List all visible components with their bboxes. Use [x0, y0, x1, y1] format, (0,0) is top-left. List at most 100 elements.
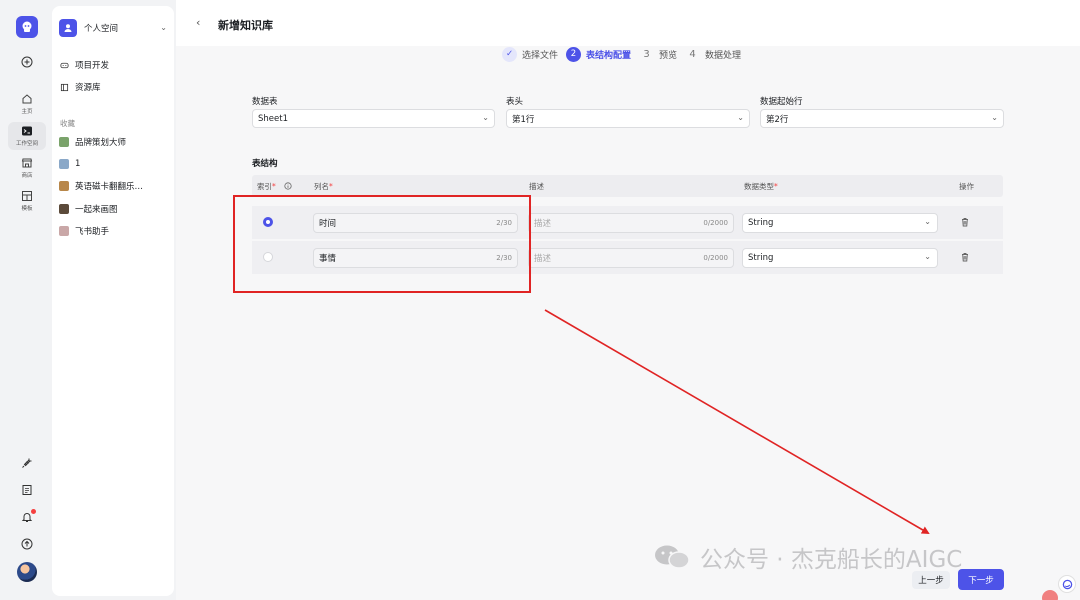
favorite-label: 飞书助手	[75, 227, 110, 237]
favorite-label: 品牌策划大师	[75, 138, 127, 148]
data-type-select[interactable]: String ⌄	[742, 213, 938, 233]
sidebar-item-library[interactable]: 资源库	[59, 79, 169, 95]
step-label: 预览	[659, 50, 678, 61]
col-index-label: 索引	[257, 182, 272, 191]
rail-label: 主页	[21, 109, 33, 115]
chevron-down-icon: ⌄	[924, 217, 931, 226]
plug-icon	[22, 458, 32, 468]
bot-thumbnail	[59, 204, 69, 214]
plugin-button[interactable]	[8, 457, 46, 469]
data-type-select[interactable]: String ⌄	[742, 248, 938, 268]
chevron-down-icon: ⌄	[160, 23, 167, 32]
chevron-down-icon: ⌄	[991, 113, 998, 122]
table-structure-title: 表结构	[252, 159, 278, 169]
space-avatar	[59, 19, 77, 37]
favorites-heading: 收藏	[60, 119, 75, 128]
char-count: 0/2000	[703, 219, 728, 227]
stepper: ✓ 选择文件 2 表结构配置 3 预览 4 数据处理	[502, 46, 749, 62]
page-title: 新增知识库	[218, 19, 273, 32]
upgrade-button[interactable]	[8, 538, 46, 550]
back-button[interactable]: ‹	[196, 16, 200, 29]
app-logo[interactable]	[16, 16, 38, 38]
description-placeholder: 描述	[534, 219, 552, 229]
data-type-value: String	[748, 218, 774, 228]
col-name: 列名*	[314, 182, 333, 191]
workspace-panel: 个人空间 ⌄ 项目开发 资源库 收藏 品牌策划大师 1 英语磁卡翻翻乐… 一起来…	[52, 6, 174, 596]
step-number: 2	[566, 46, 582, 62]
favorite-item[interactable]: 飞书助手	[59, 223, 169, 239]
favorite-label: 1	[75, 159, 81, 169]
data-type-value: String	[748, 253, 774, 263]
favorite-label: 英语磁卡翻翻乐…	[75, 182, 144, 192]
gamepad-icon	[59, 60, 69, 70]
start-row-select[interactable]: 第2行 ⌄	[760, 109, 1004, 128]
favorite-label: 一起来画图	[75, 205, 118, 215]
rail-item-template[interactable]: 模板	[8, 190, 46, 212]
user-icon	[64, 24, 72, 32]
chevron-down-icon: ⌄	[924, 252, 931, 261]
rail-item-home[interactable]: 主页	[8, 93, 46, 115]
assistant-button[interactable]	[1058, 575, 1076, 593]
sheet-select[interactable]: Sheet1 ⌄	[252, 109, 495, 128]
notifications-button[interactable]	[8, 509, 46, 523]
user-avatar[interactable]	[17, 562, 37, 582]
page-content: ✓ 选择文件 2 表结构配置 3 预览 4 数据处理 数据表 Sheet1 ⌄ …	[176, 46, 1080, 600]
rail-item-store[interactable]: 商店	[8, 157, 46, 179]
chevron-down-icon: ⌄	[737, 113, 744, 122]
step-table-config: 2 表结构配置	[566, 46, 631, 62]
sidebar-item-label: 项目开发	[75, 61, 110, 71]
step-label: 数据处理	[705, 50, 742, 61]
step-preview: 3 预览	[639, 47, 677, 62]
template-icon	[22, 191, 32, 201]
bot-thumbnail	[59, 226, 69, 236]
create-button[interactable]	[8, 56, 46, 68]
document-icon	[22, 485, 32, 495]
space-switcher[interactable]: 个人空间 ⌄	[59, 18, 169, 38]
description-input[interactable]: 描述 0/2000	[528, 213, 734, 233]
header-row-label: 表头	[506, 97, 524, 107]
assistant-icon	[1062, 579, 1072, 589]
trash-icon[interactable]	[960, 252, 970, 262]
arrow-up-circle-icon	[21, 538, 33, 550]
header-row-select[interactable]: 第1行 ⌄	[506, 109, 750, 128]
description-placeholder: 描述	[534, 254, 552, 264]
header-row-value: 第1行	[512, 114, 535, 125]
rail-item-workspace[interactable]: 工作空间	[8, 122, 46, 150]
next-step-button[interactable]: 下一步	[958, 569, 1004, 590]
terminal-icon	[22, 126, 32, 136]
store-icon	[21, 158, 33, 168]
sheet-label: 数据表	[252, 97, 278, 107]
bot-thumbnail	[59, 137, 69, 147]
bot-thumbnail	[59, 181, 69, 191]
nav-rail: 主页 工作空间 商店 模板	[0, 0, 52, 600]
sheet-value: Sheet1	[258, 113, 288, 124]
bot-icon	[22, 21, 32, 32]
step-select-file: ✓ 选择文件	[502, 46, 559, 62]
col-name-label: 列名	[314, 182, 329, 191]
info-icon[interactable]	[284, 182, 292, 190]
rail-label: 工作空间	[15, 141, 38, 147]
favorite-item[interactable]: 品牌策划大师	[59, 134, 169, 150]
page-header: ‹ 新增知识库	[176, 0, 1080, 46]
favorite-item[interactable]: 1	[59, 156, 169, 172]
notification-dot	[31, 509, 36, 514]
docs-button[interactable]	[8, 484, 46, 496]
space-name: 个人空间	[84, 24, 119, 34]
sidebar-item-projects[interactable]: 项目开发	[59, 57, 169, 73]
description-input[interactable]: 描述 0/2000	[528, 248, 734, 268]
col-type-label: 数据类型	[744, 182, 774, 191]
annotation-highlight-box	[233, 195, 531, 293]
rail-label: 商店	[21, 173, 33, 179]
favorite-item[interactable]: 英语磁卡翻翻乐…	[59, 178, 169, 194]
bot-thumbnail	[59, 159, 69, 169]
main-area: ‹ 新增知识库 ✓ 选择文件 2 表结构配置 3 预览 4 数据处理 数据表 S…	[176, 0, 1080, 600]
step-label: 选择文件	[522, 50, 559, 61]
trash-icon[interactable]	[960, 217, 970, 227]
previous-step-button[interactable]: 上一步	[912, 571, 950, 589]
favorite-item[interactable]: 一起来画图	[59, 201, 169, 217]
chevron-down-icon: ⌄	[482, 113, 489, 122]
step-processing: 4 数据处理	[685, 47, 741, 62]
step-number: 4	[689, 48, 696, 60]
floating-avatar	[1042, 590, 1058, 600]
step-number: 3	[643, 48, 650, 60]
